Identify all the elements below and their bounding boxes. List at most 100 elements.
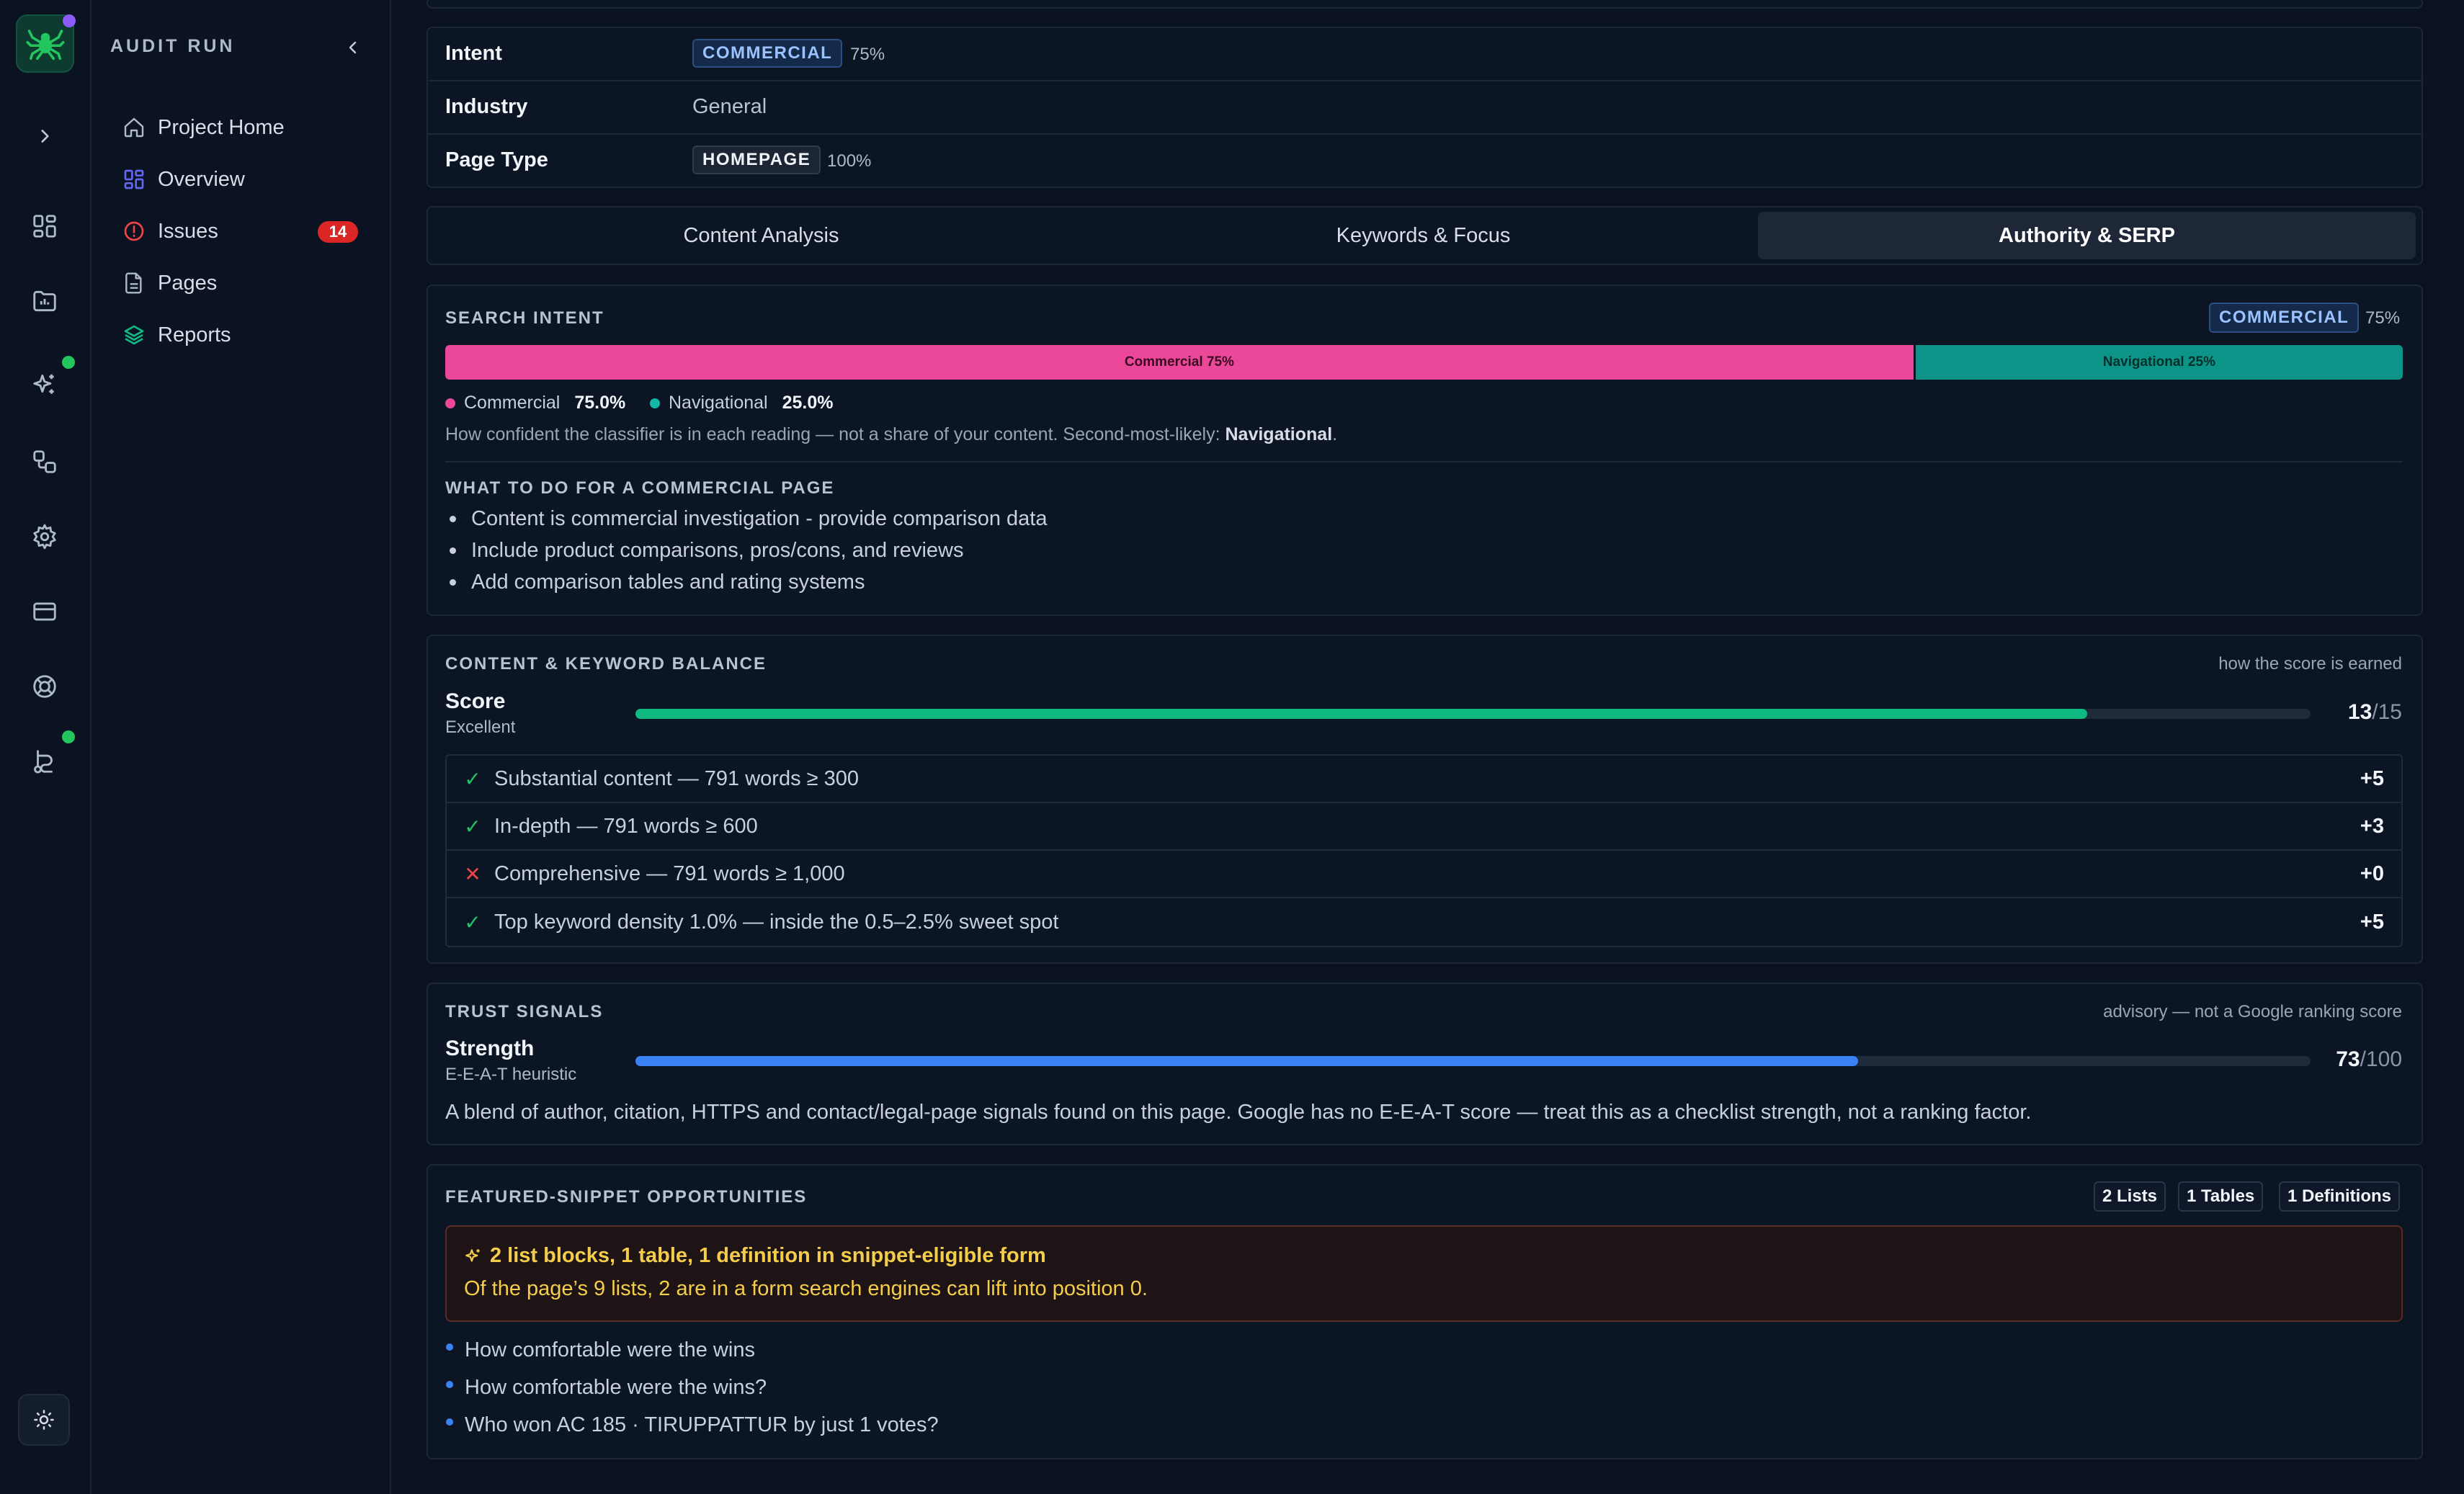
note-strong: Navigational bbox=[1225, 424, 1333, 444]
sparkles-icon bbox=[465, 1248, 480, 1262]
checklist-points: +0 bbox=[2360, 862, 2384, 885]
strength-label: Strength bbox=[445, 1037, 535, 1060]
bullet-dot bbox=[446, 1381, 453, 1388]
workflow-icon[interactable] bbox=[29, 446, 61, 478]
sidebar: AUDIT RUN Project Home Overview Issues 1… bbox=[91, 0, 391, 1494]
sparkles-icon[interactable] bbox=[29, 369, 61, 401]
dashboard-icon[interactable] bbox=[29, 210, 61, 242]
section-note: how the score is earned bbox=[2218, 654, 2402, 674]
document-icon bbox=[120, 269, 148, 297]
expand-chevron-icon[interactable] bbox=[29, 120, 61, 152]
checklist-row: ✕ Comprehensive — 791 words ≥ 1,000 +0 bbox=[447, 851, 2401, 898]
issues-count-badge: 14 bbox=[318, 221, 358, 243]
tab-authority-serp[interactable]: Authority & SERP bbox=[1758, 212, 2416, 259]
definitions-chip: 1 Definitions bbox=[2279, 1181, 2401, 1212]
intent-label: Intent bbox=[445, 42, 502, 65]
page-type-percent: 100% bbox=[827, 151, 872, 171]
intent-confidence-bar: Commercial 75% Navigational 25% bbox=[445, 345, 2403, 380]
strength-value: 73/100 bbox=[2336, 1047, 2402, 1072]
sidebar-item-project-home[interactable]: Project Home bbox=[120, 106, 358, 149]
intent-tag: COMMERCIAL bbox=[2209, 303, 2360, 333]
score-max: /15 bbox=[2372, 700, 2402, 724]
todo-title: WHAT TO DO FOR A COMMERCIAL PAGE bbox=[445, 478, 835, 498]
strength-fill bbox=[635, 1056, 1859, 1066]
notification-dot bbox=[62, 356, 75, 369]
checklist-text: Substantial content — 791 words ≥ 300 bbox=[494, 766, 859, 790]
folder-chart-icon[interactable] bbox=[29, 285, 61, 317]
previous-panel-edge bbox=[427, 0, 2423, 9]
route-icon[interactable] bbox=[29, 746, 61, 777]
checklist-points: +3 bbox=[2360, 814, 2384, 838]
strength-track bbox=[635, 1056, 2311, 1066]
sidebar-item-label: Reports bbox=[158, 323, 231, 346]
legend-value: 75.0% bbox=[574, 393, 626, 413]
intent-percent: 75% bbox=[2365, 308, 2401, 328]
page-type-label: Page Type bbox=[445, 148, 548, 171]
legend-name: Navigational bbox=[669, 393, 768, 413]
strength-max: /100 bbox=[2360, 1047, 2402, 1071]
legend-commercial: Commercial 75.0% bbox=[445, 393, 625, 413]
classifier-note: How confident the classifier is in each … bbox=[445, 424, 1337, 445]
sidebar-item-overview[interactable]: Overview bbox=[120, 158, 358, 201]
section-note: advisory — not a Google ranking score bbox=[2103, 1002, 2402, 1021]
credit-card-icon[interactable] bbox=[29, 596, 61, 627]
legend-navigational: Navigational 25.0% bbox=[650, 393, 833, 413]
checklist-points: +5 bbox=[2360, 766, 2384, 790]
checklist-text: In-depth — 791 words ≥ 600 bbox=[494, 814, 758, 838]
section-title: SEARCH INTENT bbox=[445, 308, 604, 328]
score-track bbox=[635, 709, 2311, 719]
bullet-dot bbox=[446, 1418, 453, 1426]
checklist-row: ✓ In-depth — 791 words ≥ 600 +3 bbox=[447, 803, 2401, 851]
sidebar-item-label: Pages bbox=[158, 271, 218, 295]
snippet-alert: 2 list blocks, 1 table, 1 definition in … bbox=[445, 1225, 2403, 1322]
score-value: 13/15 bbox=[2348, 700, 2402, 725]
check-icon: ✓ bbox=[464, 911, 481, 934]
sidebar-item-label: Project Home bbox=[158, 115, 285, 139]
checklist-row: ✓ Substantial content — 791 words ≥ 300 … bbox=[447, 756, 2401, 803]
sidebar-item-label: Issues bbox=[158, 219, 218, 243]
strength-number: 73 bbox=[2336, 1047, 2360, 1071]
notification-dot bbox=[62, 730, 75, 743]
score-checklist: ✓ Substantial content — 791 words ≥ 300 … bbox=[445, 754, 2403, 947]
list-item: Include product comparisons, pros/cons, … bbox=[450, 539, 963, 563]
lifebuoy-icon[interactable] bbox=[29, 671, 61, 702]
layers-icon bbox=[120, 321, 148, 349]
snippet-question[interactable]: How comfortable were the wins bbox=[465, 1338, 755, 1362]
note-end: . bbox=[1332, 424, 1338, 444]
section-title: FEATURED-SNIPPET OPPORTUNITIES bbox=[445, 1187, 808, 1207]
snippet-question[interactable]: Who won AC 185 · TIRUPPATTUR by just 1 v… bbox=[465, 1413, 939, 1437]
snippet-question[interactable]: How comfortable were the wins? bbox=[465, 1376, 767, 1400]
legend-dot bbox=[445, 398, 455, 408]
page-type-tag: HOMEPAGE bbox=[692, 146, 821, 174]
score-number: 13 bbox=[2347, 700, 2373, 724]
industry-label: Industry bbox=[445, 95, 528, 118]
gear-icon[interactable] bbox=[29, 521, 61, 553]
checklist-text: Comprehensive — 791 words ≥ 1,000 bbox=[494, 862, 845, 885]
row-divider bbox=[428, 80, 2421, 81]
industry-value: General bbox=[692, 95, 767, 118]
commercial-segment: Commercial 75% bbox=[445, 345, 1914, 380]
sun-icon bbox=[34, 1410, 54, 1430]
intent-percent: 75% bbox=[850, 45, 885, 64]
icon-rail bbox=[0, 0, 91, 1494]
sidebar-item-reports[interactable]: Reports bbox=[120, 313, 358, 357]
list-item: Content is commercial investigation - pr… bbox=[450, 507, 1047, 531]
sidebar-item-pages[interactable]: Pages bbox=[120, 261, 358, 305]
home-icon bbox=[120, 114, 148, 141]
strength-sub: E-E-A-T heuristic bbox=[445, 1065, 577, 1084]
alert-body: Of the page’s 9 lists, 2 are in a form s… bbox=[464, 1277, 1148, 1300]
sidebar-item-issues[interactable]: Issues 14 bbox=[120, 210, 358, 253]
notification-dot bbox=[63, 14, 76, 27]
score-sub: Excellent bbox=[445, 717, 516, 737]
legend-dot bbox=[650, 398, 660, 408]
navigational-segment: Navigational 25% bbox=[1913, 345, 2403, 380]
intent-tag: COMMERCIAL bbox=[692, 39, 843, 68]
collapse-sidebar-button[interactable] bbox=[339, 33, 367, 62]
tab-content-analysis[interactable]: Content Analysis bbox=[432, 212, 1090, 259]
checklist-row: ✓ Top keyword density 1.0% — inside the … bbox=[447, 898, 2401, 946]
section-title: CONTENT & KEYWORD BALANCE bbox=[445, 654, 767, 674]
sidebar-item-label: Overview bbox=[158, 167, 245, 191]
theme-toggle-button[interactable] bbox=[18, 1394, 70, 1446]
checklist-points: +5 bbox=[2360, 910, 2384, 934]
tab-keywords-focus[interactable]: Keywords & Focus bbox=[1094, 212, 1752, 259]
